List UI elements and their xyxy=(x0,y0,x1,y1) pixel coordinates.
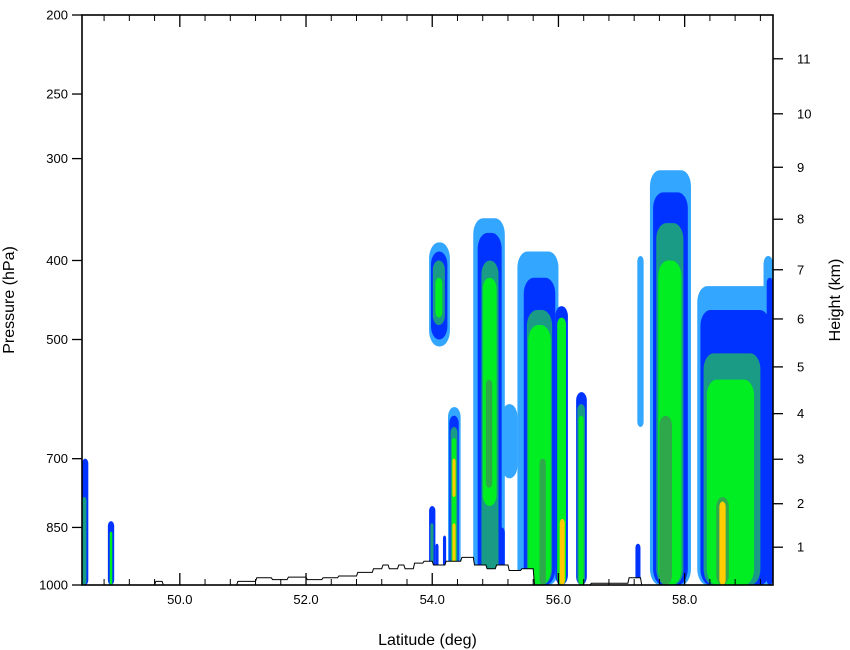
height-tick-label: 3 xyxy=(797,452,804,467)
contour-cell xyxy=(452,458,456,498)
height-tick-label: 9 xyxy=(797,160,804,175)
contour-cell xyxy=(766,277,773,585)
height-tick-label: 4 xyxy=(797,406,804,421)
contour-cell xyxy=(539,458,546,585)
height-tick-label: 10 xyxy=(797,106,811,121)
contour-cell xyxy=(435,277,443,318)
x-axis-title: Latitude (deg) xyxy=(378,632,477,649)
y-axis-right-title: Height (km) xyxy=(827,259,844,342)
chart-canvas: 50.0 52.0 54.0 56.0 58.020025030040050070085… xyxy=(1,8,844,650)
height-tick-label: 6 xyxy=(797,311,804,326)
y-tick-label: 400 xyxy=(46,253,68,268)
contour-fill-layer xyxy=(82,170,773,586)
y-tick-label: 200 xyxy=(46,8,68,23)
x-tick-label: 54.0 xyxy=(420,592,445,607)
height-tick-label: 11 xyxy=(797,51,811,66)
height-tick-label: 2 xyxy=(797,496,804,511)
x-tick-label: 52.0 xyxy=(293,592,318,607)
tick-layer: 50.0 52.0 54.0 56.0 58.020025030040050070085… xyxy=(39,8,811,608)
contour-cell xyxy=(501,404,518,479)
height-tick-label: 7 xyxy=(797,262,804,277)
contour-cell xyxy=(719,501,726,585)
y-axis-title: Pressure (hPa) xyxy=(1,246,18,354)
height-tick-label: 1 xyxy=(797,540,804,555)
x-tick-label: 58.0 xyxy=(672,592,697,607)
y-tick-label: 250 xyxy=(46,87,68,102)
y-tick-label: 500 xyxy=(46,332,68,347)
y-tick-label: 1000 xyxy=(39,578,68,593)
contour-cell xyxy=(659,415,673,585)
contour-cell xyxy=(706,379,755,585)
x-tick-label: 50.0 xyxy=(167,592,192,607)
x-tick-label: 56.0 xyxy=(546,592,571,607)
height-tick-label: 5 xyxy=(797,359,804,374)
y-tick-label: 300 xyxy=(46,151,68,166)
height-tick-label: 8 xyxy=(797,212,804,227)
contour-cell xyxy=(109,531,113,585)
y-tick-label: 700 xyxy=(46,451,68,466)
contour-cell xyxy=(578,415,584,585)
y-tick-label: 850 xyxy=(46,520,68,535)
contour-cell xyxy=(559,519,565,585)
contour-cell xyxy=(637,256,644,427)
contour-cell xyxy=(485,379,493,488)
